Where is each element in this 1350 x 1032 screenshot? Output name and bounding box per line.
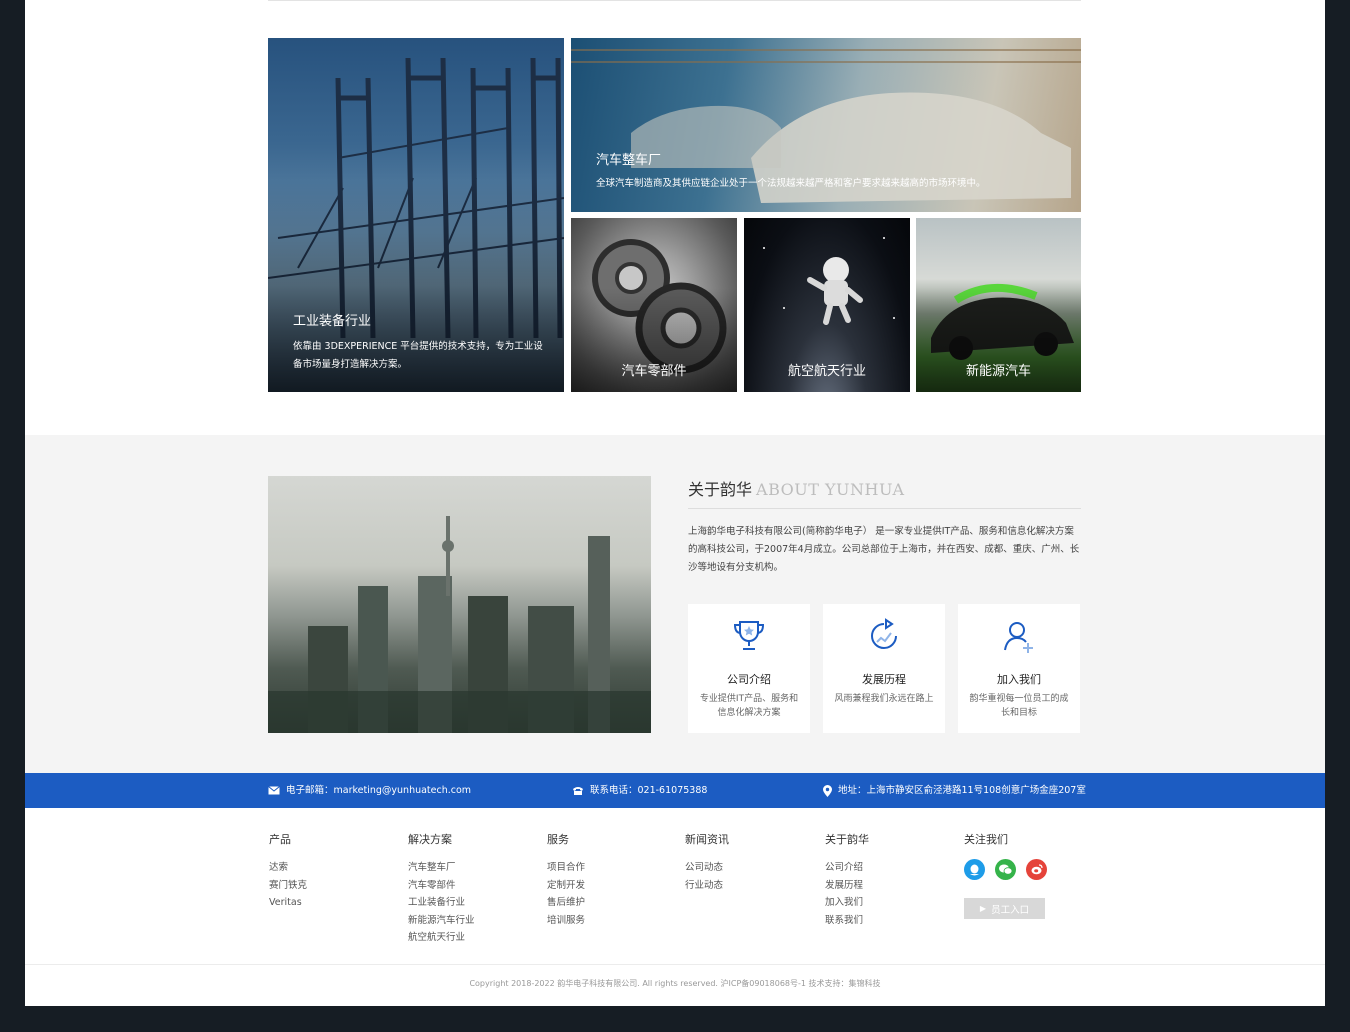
- footer-heading: 新闻资讯: [685, 833, 729, 846]
- contact-address[interactable]: 地址：上海市静安区俞泾港路11号108创意广场金座207室: [823, 773, 1086, 808]
- history-icon: [871, 618, 897, 649]
- footer-link[interactable]: 公司介绍: [825, 859, 869, 877]
- trophy-icon: [733, 621, 765, 650]
- social-links: [964, 859, 1047, 880]
- about-title-cn: 关于韵华: [688, 480, 753, 499]
- footer-column-follow: 关注我们 ▶ 员工入口: [964, 831, 1047, 919]
- contact-email[interactable]: 电子邮箱：marketing@yunhuatech.com: [268, 773, 471, 808]
- footer-link[interactable]: 航空航天行业: [408, 929, 475, 947]
- tile-title: 新能源汽车: [965, 364, 1031, 379]
- footer-link[interactable]: 项目合作: [547, 859, 585, 877]
- staff-entry-label: 员工入口: [991, 904, 1030, 916]
- contact-phone[interactable]: 联系电话：021-61075388: [572, 773, 707, 808]
- tile-title: 工业装备行业: [293, 314, 372, 329]
- footer-link[interactable]: 汽车整车厂: [408, 859, 475, 877]
- staff-entry-button[interactable]: ▶ 员工入口: [964, 898, 1045, 919]
- footer-link[interactable]: 培训服务: [547, 912, 585, 930]
- about-description: 上海韵华电子科技有限公司(简称韵华电子） 是一家专业提供IT产品、服务和信息化解…: [688, 526, 1080, 573]
- phone-icon: [573, 786, 583, 795]
- footer-link[interactable]: 工业装备行业: [408, 894, 475, 912]
- card-title: 公司介绍: [727, 673, 771, 686]
- skyline-illustration: [268, 516, 651, 733]
- industry-tile-auto[interactable]: 汽车整车厂 全球汽车制造商及其供应链企业处于一个法规越来越严格和客户要求越来越高…: [571, 38, 1081, 212]
- footer-column-services: 服务 项目合作 定制开发 售后维护 培训服务: [547, 831, 585, 929]
- play-icon: ▶: [979, 904, 987, 913]
- footer-heading: 服务: [547, 833, 569, 846]
- footer-divider: [25, 964, 1325, 965]
- footer-heading: 关注我们: [964, 833, 1008, 846]
- card-title: 加入我们: [997, 673, 1041, 686]
- card-title: 发展历程: [862, 673, 906, 686]
- footer-column-about: 关于韵华 公司介绍 发展历程 加入我们 联系我们: [825, 831, 869, 929]
- footer-link[interactable]: 公司动态: [685, 859, 729, 877]
- footer-link[interactable]: 达索: [269, 859, 307, 877]
- card-company-intro[interactable]: 公司介绍 专业提供IT产品、服务和信息化解决方案: [688, 604, 810, 733]
- mail-icon: [268, 786, 280, 795]
- tile-title: 汽车零部件: [621, 364, 687, 379]
- tile-title: 汽车整车厂: [596, 153, 662, 168]
- footer-column-solutions: 解决方案 汽车整车厂 汽车零部件 工业装备行业 新能源汽车行业 航空航天行业: [408, 831, 475, 947]
- card-description: 韵华重视每一位员工的成长和目标: [969, 694, 1069, 718]
- industry-tile-aero[interactable]: 航空航天行业: [744, 218, 910, 392]
- footer-column-products: 产品 达索 赛门铁克 Veritas: [269, 831, 307, 912]
- footer-link[interactable]: 发展历程: [825, 877, 869, 895]
- card-description: 专业提供IT产品、服务和信息化解决方案: [699, 694, 799, 718]
- wechat-icon[interactable]: [995, 859, 1016, 880]
- industry-tile-ev[interactable]: 新能源汽车: [916, 218, 1081, 392]
- contact-address-text: 地址：上海市静安区俞泾港路11号108创意广场金座207室: [838, 785, 1086, 796]
- industry-tile-industrial[interactable]: 工业装备行业 依靠由 3DEXPERIENCE 平台提供的技术支持，专为工业设备…: [268, 38, 564, 392]
- location-pin-icon: [823, 784, 832, 797]
- tile-description: 全球汽车制造商及其供应链企业处于一个法规越来越严格和客户要求越来越高的市场环境中…: [596, 178, 986, 189]
- qq-icon[interactable]: [964, 859, 985, 880]
- weibo-icon[interactable]: [1026, 859, 1047, 880]
- copyright-text: Copyright 2018-2022 韵华电子科技有限公司. All righ…: [469, 979, 881, 988]
- card-description: 风雨兼程我们永远在路上: [834, 694, 934, 704]
- tile-title: 航空航天行业: [787, 364, 866, 379]
- card-history[interactable]: 发展历程 风雨兼程我们永远在路上: [823, 604, 945, 733]
- contact-phone-text: 联系电话：021-61075388: [590, 785, 708, 796]
- footer-link[interactable]: 汽车零部件: [408, 877, 475, 895]
- footer-link[interactable]: 加入我们: [825, 894, 869, 912]
- footer-link[interactable]: 赛门铁克: [269, 877, 307, 895]
- industry-tile-parts[interactable]: 汽车零部件: [571, 218, 737, 392]
- footer-link[interactable]: 定制开发: [547, 877, 585, 895]
- footer-heading: 关于韵华: [825, 833, 869, 846]
- contact-bar: 电子邮箱：marketing@yunhuatech.com 联系电话：021-6…: [25, 773, 1325, 808]
- tile-description: 依靠由 3DEXPERIENCE 平台提供的技术支持，专为工业设备市场量身打造解…: [293, 341, 543, 370]
- join-icon: [1004, 622, 1033, 653]
- footer-link[interactable]: 联系我们: [825, 912, 869, 930]
- about-section: 关于韵华 ABOUT YUNHUA 上海韵华电子科技有限公司(简称韵华电子） 是一…: [25, 435, 1325, 773]
- footer-link[interactable]: 行业动态: [685, 877, 729, 895]
- footer-link[interactable]: Veritas: [269, 894, 307, 912]
- divider: [268, 0, 1081, 1]
- city-skyline-photo: [268, 476, 651, 733]
- footer-column-news: 新闻资讯 公司动态 行业动态: [685, 831, 729, 894]
- footer-heading: 解决方案: [408, 833, 452, 846]
- about-heading: 关于韵华 ABOUT YUNHUA: [688, 476, 1081, 509]
- page: 工业装备行业 依靠由 3DEXPERIENCE 平台提供的技术支持，专为工业设备…: [25, 0, 1325, 1006]
- card-join-us[interactable]: 加入我们 韵华重视每一位员工的成长和目标: [958, 604, 1080, 733]
- about-title-en: ABOUT YUNHUA: [756, 480, 905, 499]
- footer-link[interactable]: 售后维护: [547, 894, 585, 912]
- footer-link[interactable]: 新能源汽车行业: [408, 912, 475, 930]
- footer-heading: 产品: [269, 833, 291, 846]
- contact-email-text: 电子邮箱：marketing@yunhuatech.com: [286, 785, 472, 796]
